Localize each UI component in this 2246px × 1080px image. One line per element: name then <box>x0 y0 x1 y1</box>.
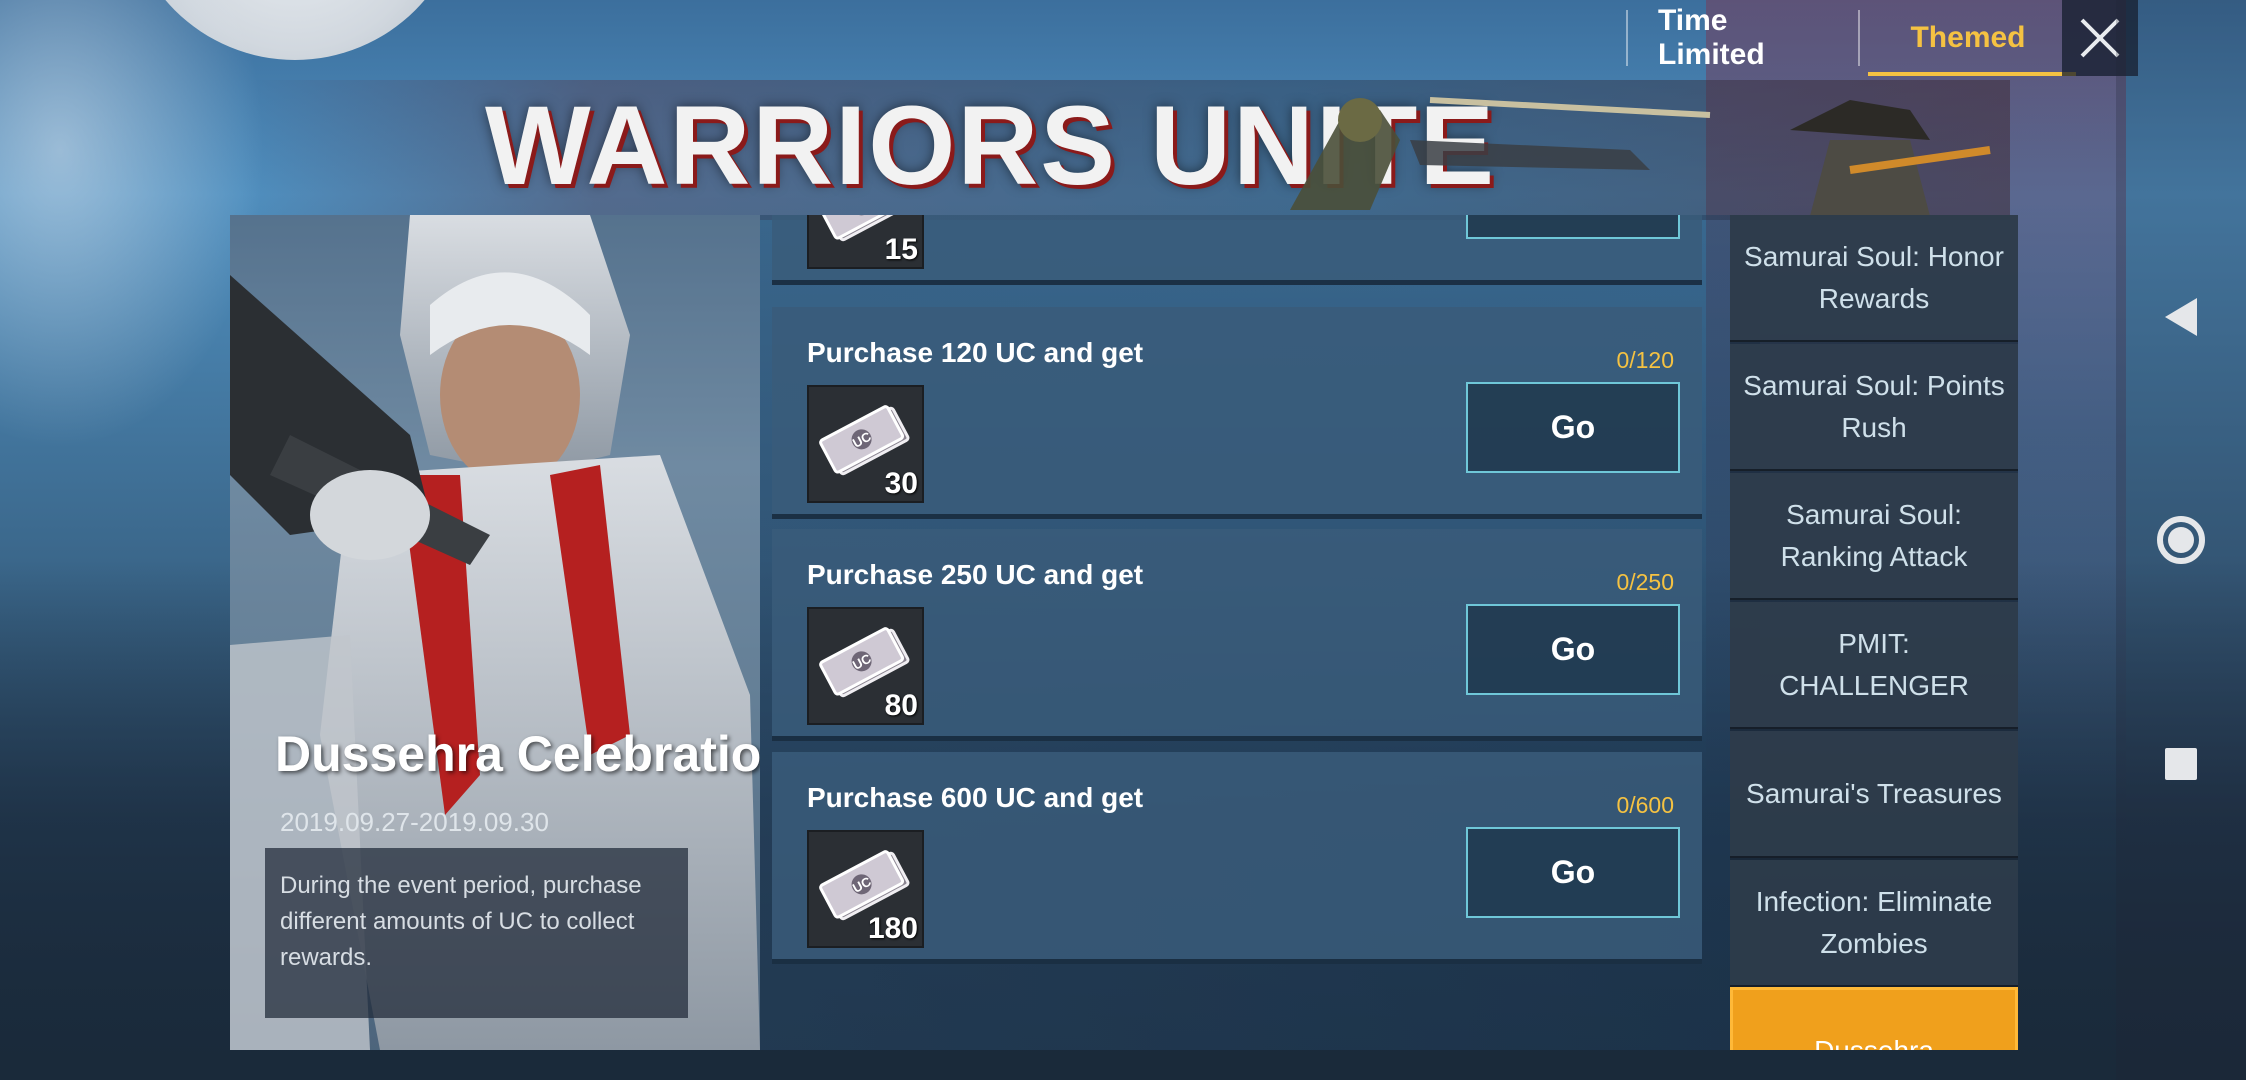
task-progress: 0/600 <box>1616 792 1674 818</box>
task-label: Purchase 120 UC and get <box>807 337 1144 368</box>
side-item-dussehra-celebration[interactable]: Dussehra Celebration <box>1730 987 2018 1050</box>
reward-item[interactable]: UC 80 <box>807 607 924 725</box>
system-nav-bar <box>2116 0 2246 1080</box>
task-progress: 0/250 <box>1616 569 1674 595</box>
warrior-figures-art <box>1290 97 1991 216</box>
go-button[interactable]: Go <box>1466 827 1680 918</box>
promo-description: During the event period, purchase differ… <box>280 872 642 971</box>
promo-description-box: During the event period, purchase differ… <box>265 848 688 1018</box>
task-card: Purchase 600 UC and get 0/600 UC 180 Go <box>772 752 1702 964</box>
promo-date: 2019.09.27-2019.09.30 <box>280 807 549 837</box>
task-label: Purchase 600 UC and get <box>807 782 1144 813</box>
top-tab-bar: Time Limited Themed <box>1626 0 2076 76</box>
side-item-infection-zombies[interactable]: Infection: Eliminate Zombies <box>1730 860 2018 987</box>
reward-count: 180 <box>867 912 918 945</box>
recent-square-icon[interactable] <box>2165 748 2197 780</box>
reward-item[interactable]: UC 15 <box>807 215 924 269</box>
tab-themed[interactable]: Themed <box>1860 0 2076 76</box>
side-item-points-rush[interactable]: Samurai Soul: Points Rush <box>1730 344 2018 471</box>
task-progress: 0/120 <box>1616 347 1674 373</box>
task-card: Purchase 250 UC and get 0/250 UC 80 Go <box>772 529 1702 741</box>
task-card: UC 15 <box>772 215 1702 285</box>
task-label: Purchase 250 UC and get <box>807 559 1144 590</box>
task-list[interactable]: UC 15 Purchase 120 UC and get 0/120 UC <box>760 215 1760 1050</box>
side-item-pmit-challenger[interactable]: PMIT: CHALLENGER <box>1730 602 2018 729</box>
back-triangle-icon[interactable] <box>2165 298 2197 336</box>
reward-count: 80 <box>884 689 918 722</box>
event-promo: Dussehra Celebration 2019.09.27-2019.09.… <box>230 215 760 1050</box>
reward-item[interactable]: UC 30 <box>807 385 924 503</box>
side-item-honor-rewards[interactable]: Samurai Soul: Honor Rewards <box>1730 215 2018 342</box>
task-card: Purchase 120 UC and get 0/120 UC 30 Go <box>772 307 1702 519</box>
go-button[interactable]: Go <box>1466 382 1680 473</box>
side-item-samurais-treasures[interactable]: Samurai's Treasures <box>1730 731 2018 858</box>
event-side-menu[interactable]: Samurai Soul: Honor Rewards Samurai Soul… <box>1730 215 2018 1050</box>
event-panel: Dussehra Celebration 2019.09.27-2019.09.… <box>230 215 2018 1050</box>
side-item-ranking-attack[interactable]: Samurai Soul: Ranking Attack <box>1730 473 2018 600</box>
reward-item[interactable]: UC 180 <box>807 830 924 948</box>
go-button[interactable]: Go <box>1466 604 1680 695</box>
reward-count: 15 <box>884 233 918 266</box>
reward-count: 30 <box>884 467 918 500</box>
go-button[interactable] <box>1466 215 1680 239</box>
home-circle-icon[interactable] <box>2157 516 2205 564</box>
tab-time-limited[interactable]: Time Limited <box>1628 0 1858 76</box>
promo-title: Dussehra Celebration <box>275 726 760 782</box>
